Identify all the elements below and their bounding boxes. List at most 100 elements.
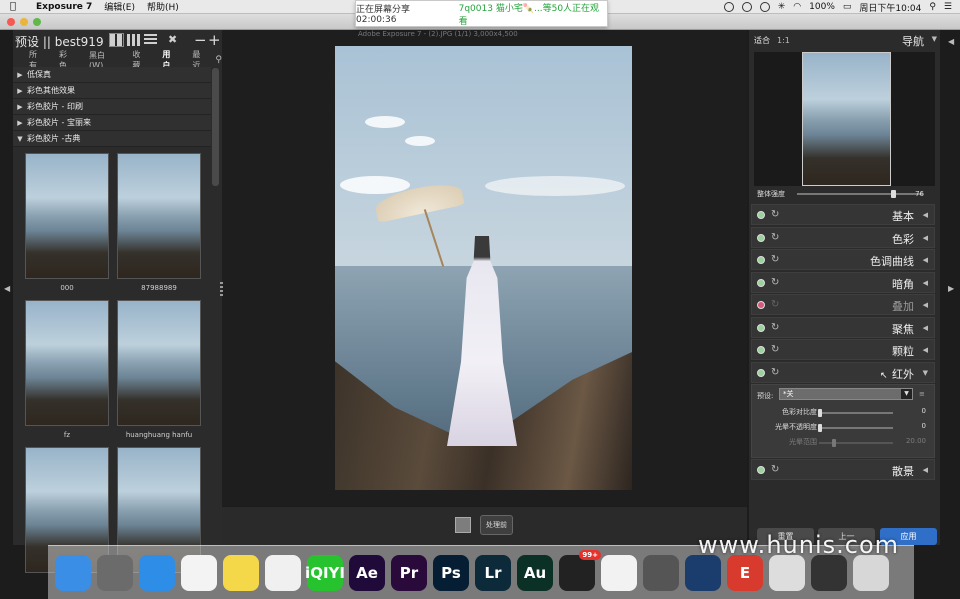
- chevron-left-icon[interactable]: ◀: [948, 37, 954, 46]
- section-bokeh[interactable]: ↻ 散景 ◀: [751, 459, 935, 480]
- reset-icon[interactable]: ↻: [771, 464, 779, 476]
- iqiyi-icon[interactable]: iQIYI: [305, 555, 345, 591]
- audition-icon[interactable]: Au: [517, 555, 553, 591]
- presets-scrollbar[interactable]: [212, 68, 219, 186]
- tree-item[interactable]: ▼ 彩色胶片 -古典: [13, 131, 211, 147]
- qq-tray-icon[interactable]: [741, 2, 752, 12]
- chevron-left-icon[interactable]: ◀: [923, 256, 928, 264]
- enable-toggle-icon[interactable]: [757, 233, 765, 242]
- enable-toggle-icon[interactable]: [757, 278, 765, 287]
- app-menu[interactable]: Exposure 7: [36, 2, 92, 12]
- preset-thumbnail[interactable]: fz: [25, 300, 109, 439]
- zoom-fit-button[interactable]: 适合: [754, 35, 770, 46]
- reset-icon[interactable]: ↻: [771, 254, 779, 266]
- slider-knob[interactable]: [818, 409, 822, 417]
- exposure-icon[interactable]: E: [727, 555, 763, 591]
- collapse-icon[interactable]: ✖: [168, 34, 181, 46]
- panel-resize-handle[interactable]: [220, 282, 223, 296]
- collapse-arrow-icon[interactable]: ▼: [13, 135, 27, 143]
- battery-label[interactable]: 100%: [809, 2, 835, 12]
- expand-arrow-icon[interactable]: ▶: [13, 71, 27, 79]
- battery-icon[interactable]: ▭: [843, 2, 852, 12]
- enable-toggle-icon[interactable]: [757, 211, 765, 219]
- photos-icon[interactable]: [265, 555, 301, 591]
- dropdown-arrow-icon[interactable]: ▼: [901, 389, 912, 399]
- navigator-thumbnail[interactable]: [802, 52, 891, 186]
- glow-opacity-slider[interactable]: [819, 427, 893, 429]
- apple-icon[interactable]: : [10, 1, 24, 12]
- background-color-button[interactable]: [455, 517, 471, 533]
- preset-thumbnail-image[interactable]: [117, 300, 201, 426]
- lightroom-icon[interactable]: Lr: [475, 555, 511, 591]
- chevron-left-icon[interactable]: ◀: [923, 346, 928, 354]
- grid-small-view-icon[interactable]: [127, 34, 140, 46]
- preset-thumbnail[interactable]: 87988989: [117, 153, 201, 292]
- chevron-down-icon[interactable]: ▼: [923, 369, 928, 377]
- finder-icon[interactable]: [55, 555, 91, 591]
- slider-knob[interactable]: [818, 424, 822, 432]
- screen-app-icon[interactable]: [769, 555, 805, 591]
- chevron-left-icon[interactable]: ◀: [923, 301, 928, 309]
- reset-icon[interactable]: ↻: [771, 322, 779, 334]
- enable-toggle-icon[interactable]: [757, 323, 765, 332]
- zoom-1to1-button[interactable]: 1:1: [777, 36, 790, 45]
- bluetooth-icon[interactable]: ✳: [778, 2, 786, 12]
- section-focus[interactable]: ↻ 聚焦 ◀: [751, 316, 935, 338]
- launchpad-icon[interactable]: [97, 555, 133, 591]
- preset-menu-icon[interactable]: ≡: [919, 390, 925, 398]
- overall-strength-slider[interactable]: [797, 193, 923, 195]
- enable-toggle-icon[interactable]: [757, 346, 765, 354]
- grid-large-view-icon[interactable]: [109, 33, 124, 47]
- chevron-left-icon[interactable]: ◀: [923, 324, 928, 332]
- wifi-icon[interactable]: ◠: [793, 2, 801, 12]
- chevron-left-icon[interactable]: ◀: [923, 211, 928, 219]
- expand-arrow-icon[interactable]: ▶: [13, 119, 27, 127]
- slider-value[interactable]: 20.00: [906, 437, 926, 445]
- menu-help[interactable]: 帮助(H): [147, 0, 179, 13]
- section-grain[interactable]: ↻ 颗粒 ◀: [751, 339, 935, 360]
- slider-knob[interactable]: [832, 439, 836, 447]
- list-view-icon[interactable]: [144, 34, 157, 46]
- tree-item[interactable]: ▶ 低保真: [13, 67, 211, 83]
- chevron-left-icon[interactable]: ◀: [923, 234, 928, 242]
- add-preset-button[interactable]: +: [208, 30, 221, 50]
- section-color[interactable]: ↻ 色彩 ◀: [751, 226, 935, 248]
- main-photo[interactable]: [335, 46, 632, 490]
- safari-icon[interactable]: [139, 555, 175, 591]
- qq-icon[interactable]: 99+: [559, 550, 601, 591]
- reset-icon[interactable]: ↻: [771, 209, 779, 221]
- overall-strength-value[interactable]: 76: [915, 190, 924, 198]
- preset-thumbnail[interactable]: 000: [25, 153, 109, 292]
- preset-thumbnail-image[interactable]: [117, 153, 201, 279]
- tree-item[interactable]: ▶ 彩色胶片 - 印刷: [13, 99, 211, 115]
- collapse-left-panel-icon[interactable]: ◀: [4, 284, 10, 293]
- reminders-icon[interactable]: [181, 555, 217, 591]
- quicktime-icon[interactable]: [685, 555, 721, 591]
- preset-thumbnail[interactable]: huanghuang hanfu: [117, 300, 201, 439]
- infrared-preset-select[interactable]: *关 ▼: [779, 388, 913, 400]
- tree-item[interactable]: ▶ 彩色胶片 - 宝丽来: [13, 115, 211, 131]
- enable-toggle-icon[interactable]: [757, 301, 765, 309]
- slider-value[interactable]: 0: [922, 422, 926, 430]
- enable-toggle-icon[interactable]: [757, 256, 765, 264]
- close-window-button[interactable]: [7, 18, 15, 26]
- record-icon[interactable]: [723, 2, 734, 12]
- preset-search-icon[interactable]: ⚲: [215, 55, 222, 65]
- trash-icon[interactable]: [853, 555, 889, 591]
- cloud-icon[interactable]: [759, 2, 770, 12]
- photoshop-icon[interactable]: Ps: [433, 555, 469, 591]
- section-basic[interactable]: ↻ 基本 ◀: [751, 204, 935, 225]
- reset-icon[interactable]: ↻: [771, 232, 779, 244]
- enable-toggle-icon[interactable]: [757, 368, 765, 377]
- chevron-down-icon[interactable]: ▼: [932, 35, 937, 43]
- after-effects-icon[interactable]: Ae: [349, 555, 385, 591]
- enable-toggle-icon[interactable]: [757, 466, 765, 474]
- wechat-icon[interactable]: [601, 555, 637, 591]
- zoom-window-button[interactable]: [33, 18, 41, 26]
- section-tone-curve[interactable]: ↻ 色调曲线 ◀: [751, 249, 935, 270]
- notes-icon[interactable]: [223, 555, 259, 591]
- remove-preset-button[interactable]: −: [194, 30, 207, 50]
- chevron-left-icon[interactable]: ◀: [923, 279, 928, 287]
- search-icon[interactable]: ⚲: [929, 2, 936, 12]
- navigator-preview[interactable]: [754, 52, 935, 186]
